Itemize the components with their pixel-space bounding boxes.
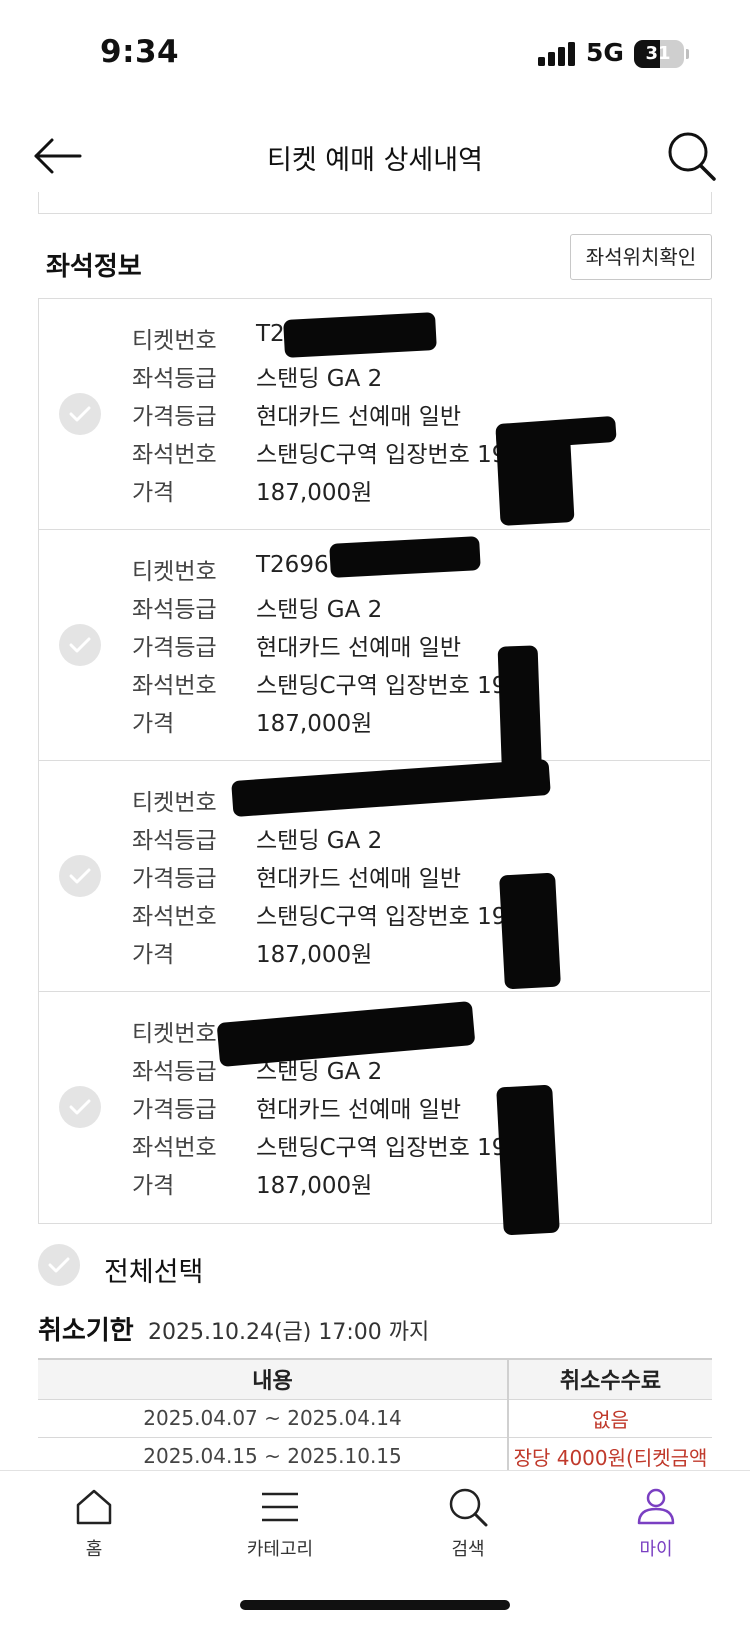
seat-no-value: 스탠딩C구역 입장번호 19 (256, 904, 507, 930)
seat-grade-value: 스탠딩 GA 2 (256, 828, 383, 854)
previous-card-edge (38, 192, 712, 214)
redaction-mark (496, 1084, 560, 1236)
ticket-checkbox[interactable] (59, 624, 101, 666)
ticket-checkbox[interactable] (59, 855, 101, 897)
home-indicator (240, 1600, 510, 1610)
price-grade-value: 현대카드 선예매 일반 (256, 866, 462, 892)
page-title: 티켓 예매 상세내역 (267, 145, 483, 176)
ticket-no-label: 티켓번호 (132, 559, 217, 585)
check-icon (69, 868, 91, 884)
tab-category[interactable]: 카테고리 (210, 1485, 350, 1575)
status-time: 9:34 (100, 34, 180, 70)
tab-home-label: 홈 (85, 1539, 103, 1560)
price-value: 187,000원 (256, 711, 373, 737)
price-grade-value: 현대카드 선예매 일반 (256, 635, 462, 661)
seat-no-label: 좌석번호 (132, 442, 217, 468)
cancel-fee-table: 내용 취소수수료 2025.04.07 ~ 2025.04.14 없음 2025… (38, 1358, 712, 1476)
price-value: 187,000원 (256, 480, 373, 506)
tab-search-label: 검색 (451, 1539, 485, 1560)
status-bar: 9:34 5G 31 (0, 0, 750, 100)
seat-info-title: 좌석정보 (46, 252, 142, 282)
seat-no-label: 좌석번호 (132, 673, 217, 699)
price-grade-label: 가격등급 (132, 866, 217, 892)
ticket-checkbox[interactable] (59, 393, 101, 435)
redaction-mark (495, 422, 575, 526)
price-grade-label: 가격등급 (132, 635, 217, 661)
search-button[interactable] (664, 126, 720, 186)
price-label: 가격 (132, 1173, 175, 1199)
price-value: 187,000원 (256, 942, 373, 968)
seat-grade-value: 스탠딩 GA 2 (256, 597, 383, 623)
header: 티켓 예매 상세내역 (0, 120, 750, 192)
redaction-mark (499, 872, 561, 990)
seat-grade-label: 좌석등급 (132, 597, 217, 623)
cancel-deadline-value: 2025.10.24(금) 17:00 까지 (148, 1320, 430, 1345)
tab-my-label: 마이 (639, 1539, 673, 1560)
price-label: 가격 (132, 942, 175, 968)
user-icon (637, 1488, 675, 1525)
check-icon (69, 406, 91, 422)
ticket-no-label: 티켓번호 (132, 328, 217, 354)
battery-tip (686, 49, 689, 59)
seat-no-label: 좌석번호 (132, 1135, 217, 1161)
seat-no-label: 좌석번호 (132, 904, 217, 930)
seat-no-value: 스탠딩C구역 입장번호 19 (256, 1135, 507, 1161)
table-header-row: 내용 취소수수료 (38, 1358, 712, 1400)
battery-level: 31 (645, 43, 671, 64)
tab-search[interactable]: 검색 (398, 1485, 538, 1575)
cancel-deadline-title: 취소기한 (38, 1316, 134, 1346)
tab-my[interactable]: 마이 (586, 1485, 726, 1575)
tab-category-label: 카테고리 (246, 1539, 314, 1560)
select-all-label: 전체선택 (104, 1257, 204, 1288)
period-cell: 2025.04.07 ~ 2025.04.14 (38, 1399, 508, 1438)
price-grade-label: 가격등급 (132, 404, 217, 430)
search-icon (668, 132, 716, 181)
seat-grade-label: 좌석등급 (132, 366, 217, 392)
home-icon (76, 1489, 112, 1525)
price-label: 가격 (132, 711, 175, 737)
seat-no-value: 스탠딩C구역 입장번호 19 (256, 673, 507, 699)
ticket-checkbox[interactable] (59, 1086, 101, 1128)
seat-position-button[interactable]: 좌석위치확인 (570, 234, 712, 280)
check-icon (69, 1099, 91, 1115)
select-all-toggle[interactable]: 전체선택 (38, 1244, 338, 1290)
check-icon (69, 637, 91, 653)
menu-icon (262, 1492, 298, 1522)
seat-grade-label: 좌석등급 (132, 828, 217, 854)
column-header-fee: 취소수수료 (507, 1358, 712, 1400)
price-grade-label: 가격등급 (132, 1097, 217, 1123)
network-label: 5G (586, 38, 624, 67)
search-icon (449, 1488, 488, 1527)
table-row: 2025.04.07 ~ 2025.04.14 없음 (38, 1399, 712, 1438)
price-grade-value: 현대카드 선예매 일반 (256, 1097, 462, 1123)
tab-home[interactable]: 홈 (24, 1485, 164, 1575)
redaction-mark (283, 312, 437, 358)
seat-grade-value: 스탠딩 GA 2 (256, 366, 383, 392)
column-header-content: 내용 (38, 1358, 508, 1400)
battery-icon: 31 (634, 40, 684, 68)
price-label: 가격 (132, 480, 175, 506)
check-icon (48, 1257, 70, 1273)
select-all-checkbox[interactable] (38, 1244, 80, 1286)
fee-cell: 없음 (507, 1399, 712, 1438)
signal-icon (538, 42, 576, 66)
price-value: 187,000원 (256, 1173, 373, 1199)
